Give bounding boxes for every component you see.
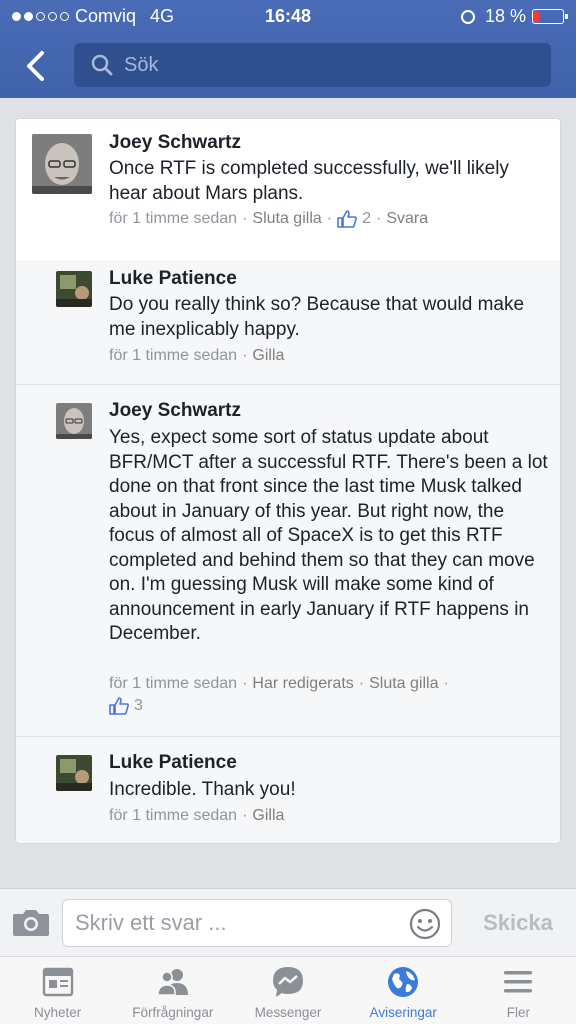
- chevron-left-icon: [27, 51, 44, 81]
- comments-thread: Joey Schwartz Once RTF is completed succ…: [15, 118, 561, 844]
- comment-meta: för 1 timme sedan · Sluta gilla · 2 · Sv…: [109, 210, 429, 228]
- globe-icon: [388, 967, 419, 997]
- unlike-link[interactable]: Sluta gilla: [252, 210, 321, 228]
- news-feed-icon: [42, 967, 73, 997]
- tab-news-feed[interactable]: Nyheter: [0, 957, 115, 1024]
- avatar[interactable]: [56, 755, 92, 791]
- reply-composer: Skicka: [0, 888, 576, 956]
- comment: Joey Schwartz Once RTF is completed succ…: [16, 119, 560, 260]
- like-link[interactable]: Gilla: [252, 347, 284, 365]
- battery-icon: [532, 9, 568, 24]
- edited-label[interactable]: Har redigerats: [252, 675, 353, 693]
- comment-likes: 3: [109, 697, 143, 715]
- tab-friend-requests[interactable]: Förfrågningar: [115, 957, 230, 1024]
- search-icon: [91, 54, 113, 76]
- back-button[interactable]: [18, 46, 52, 86]
- comment-meta: för 1 timme sedan · Gilla: [109, 807, 285, 825]
- alarm-icon: [460, 9, 475, 24]
- tab-label: Messenger: [254, 1005, 322, 1020]
- comment-meta: för 1 timme sedan · Har redigerats · Slu…: [109, 675, 449, 693]
- tab-bar: Nyheter Förfrågningar Messenger Aviserin…: [0, 956, 576, 1024]
- friend-requests-icon: [157, 969, 188, 996]
- like-count[interactable]: 3: [134, 697, 143, 715]
- comment-author[interactable]: Joey Schwartz: [109, 132, 241, 154]
- reply-link[interactable]: Svara: [386, 210, 428, 228]
- comment-author[interactable]: Joey Schwartz: [109, 400, 241, 422]
- avatar[interactable]: [56, 271, 92, 307]
- comment-author[interactable]: Luke Patience: [109, 268, 237, 290]
- unlike-link[interactable]: Sluta gilla: [369, 675, 438, 693]
- tab-label: Aviseringar: [369, 1005, 437, 1020]
- tab-label: Nyheter: [33, 1005, 82, 1020]
- camera-icon: [13, 910, 49, 936]
- comment-reply: Luke Patience Incredible. Thank you! för…: [16, 736, 560, 843]
- comment-text: Do you really think so? Because that wou…: [109, 294, 525, 340]
- like-icon[interactable]: [337, 210, 358, 228]
- comment-timestamp: för 1 timme sedan: [109, 347, 238, 364]
- menu-icon: [504, 971, 533, 993]
- comment-timestamp: för 1 timme sedan: [109, 807, 238, 824]
- camera-button[interactable]: [12, 907, 50, 937]
- avatar[interactable]: [32, 134, 92, 194]
- tab-notifications[interactable]: Aviseringar: [346, 957, 461, 1024]
- comment-reply: Joey Schwartz Yes, expect some sort of s…: [16, 384, 560, 736]
- comment-timestamp: för 1 timme sedan: [109, 210, 238, 227]
- reply-input[interactable]: [75, 900, 395, 946]
- like-link[interactable]: Gilla: [252, 807, 284, 825]
- comment-text: Incredible. Thank you!: [109, 779, 296, 800]
- tab-more[interactable]: Fler: [461, 957, 576, 1024]
- send-button[interactable]: Skicka: [464, 899, 572, 947]
- comment-author[interactable]: Luke Patience: [109, 752, 237, 774]
- navigation-header: Comviq 4G 16:48 18 %: [0, 0, 576, 98]
- tab-messenger[interactable]: Messenger: [230, 957, 345, 1024]
- tab-label: Förfrågningar: [132, 1005, 214, 1020]
- search-input[interactable]: [124, 53, 524, 77]
- like-icon[interactable]: [109, 697, 129, 715]
- search-bar[interactable]: [74, 43, 551, 87]
- comment-text: Once RTF is completed successfully, we'l…: [109, 158, 509, 204]
- status-bar: Comviq 4G 16:48 18 %: [0, 0, 576, 34]
- comment-meta: för 1 timme sedan · Gilla: [109, 347, 285, 365]
- reply-field[interactable]: [62, 899, 452, 947]
- avatar[interactable]: [56, 403, 92, 439]
- tab-label: Fler: [506, 1005, 531, 1020]
- like-count[interactable]: 2: [362, 210, 371, 228]
- battery-percent: 18 %: [484, 6, 526, 26]
- comment-text: Yes, expect some sort of status update a…: [109, 427, 548, 644]
- emoji-icon[interactable]: [409, 908, 441, 940]
- comment-timestamp: för 1 timme sedan: [109, 675, 238, 692]
- messenger-icon: [273, 967, 303, 997]
- comment-reply: Luke Patience Do you really think so? Be…: [16, 260, 560, 384]
